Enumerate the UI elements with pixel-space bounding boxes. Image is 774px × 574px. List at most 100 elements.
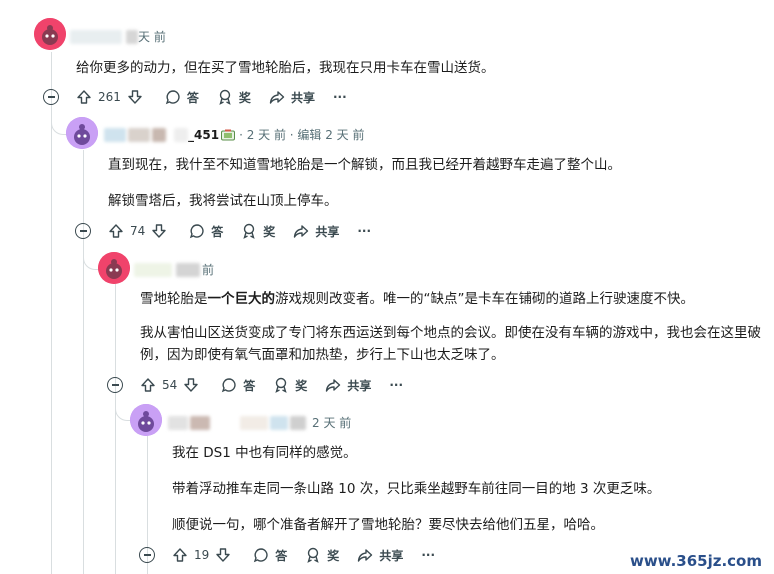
collapse-icon[interactable]	[139, 547, 155, 563]
share-arrow-icon	[326, 379, 341, 392]
comment-time: 2 天 前	[312, 416, 352, 430]
comment-actions: 54 答 奖 共享 ···	[140, 374, 421, 396]
vote-count: 54	[162, 378, 178, 392]
text-run: 游戏规则改变者。唯一的“缺点”是卡车在铺砌的道路上行驶速度不快。	[275, 291, 694, 307]
arrow-down-icon[interactable]	[151, 223, 167, 239]
award-button[interactable]: 奖	[217, 89, 251, 106]
award-button[interactable]: 奖	[241, 223, 275, 240]
comment-paragraph: 解锁雪塔后，我将尝试在山顶上停车。	[108, 193, 338, 209]
comment-paragraph: 顺便说一句，哪个准备者解开了雪地轮胎？要尽快去给他们五星，哈哈。	[172, 517, 604, 533]
more-options-button[interactable]: ···	[333, 90, 347, 104]
reply-label: 答	[186, 90, 199, 105]
award-ribbon-icon	[307, 547, 319, 563]
flair-badge-icon	[221, 129, 236, 141]
username-redacted	[240, 415, 268, 430]
speech-bubble-icon	[165, 90, 180, 105]
comment-paragraph: 给你更多的动力，但在买了雪地轮胎后，我现在只用卡车在雪山送货。	[76, 60, 495, 76]
reply-label: 答	[211, 224, 224, 239]
username-redacted	[128, 127, 150, 142]
comment-paragraph: 带着浮动推车走同一条山路 10 次，只比乘坐越野车前往同一目的地 3 次更乏味。	[172, 481, 661, 497]
comment-paragraph: 我在 DS1 中也有同样的感觉。	[172, 445, 357, 461]
username-redacted	[134, 262, 172, 277]
award-label: 奖	[327, 548, 340, 563]
comment-time: · 2 天 前 · 编辑 2 天 前	[239, 128, 365, 142]
vote-control: 74	[108, 223, 167, 239]
comment-time: 前	[202, 263, 215, 277]
username-redacted	[126, 29, 138, 44]
share-label: 共享	[379, 548, 404, 563]
share-button[interactable]: 共享	[357, 547, 403, 564]
avatar[interactable]	[98, 252, 130, 284]
share-label: 共享	[315, 224, 340, 239]
vote-count: 19	[194, 548, 210, 562]
reply-button[interactable]: 答	[189, 223, 223, 240]
arrow-down-icon[interactable]	[127, 89, 143, 105]
collapse-icon[interactable]	[75, 223, 91, 239]
vote-control: 261	[76, 89, 143, 105]
comment-body: 直到现在，我什至不知道雪地轮胎是一个解锁，而且我已经开着越野车走遍了整个山。 解…	[108, 154, 621, 212]
more-dots-icon: ···	[332, 90, 347, 104]
reply-button[interactable]: 答	[221, 377, 255, 394]
more-options-button[interactable]: ···	[421, 548, 435, 562]
avatar[interactable]	[130, 404, 162, 436]
more-options-button[interactable]: ···	[389, 378, 403, 392]
comment-paragraph: 直到现在，我什至不知道雪地轮胎是一个解锁，而且我已经开着越野车走遍了整个山。	[108, 157, 621, 173]
arrow-up-icon[interactable]	[76, 89, 92, 105]
speech-bubble-icon	[254, 548, 268, 563]
username-redacted	[70, 29, 122, 44]
comment-time: 天 前	[138, 30, 166, 44]
more-dots-icon: ···	[389, 378, 404, 392]
reply-button[interactable]: 答	[165, 89, 199, 106]
username-redacted	[152, 127, 166, 142]
avatar[interactable]	[66, 117, 98, 149]
award-ribbon-icon	[275, 377, 287, 393]
arrow-down-icon[interactable]	[215, 547, 231, 563]
speech-bubble-icon	[190, 224, 204, 239]
username-redacted	[270, 415, 288, 430]
thread-line	[51, 52, 52, 574]
reply-label: 答	[243, 378, 256, 393]
vote-count: 74	[130, 224, 146, 238]
award-button[interactable]: 奖	[305, 547, 339, 564]
award-ribbon-icon	[219, 89, 231, 105]
username-redacted	[174, 127, 188, 142]
comment-body: 雪地轮胎是一个巨大的游戏规则改变者。唯一的“缺点”是卡车在铺砌的道路上行驶速度不…	[140, 288, 762, 366]
username-redacted	[104, 127, 126, 142]
username[interactable]: _451	[188, 128, 219, 142]
award-label: 奖	[238, 90, 251, 105]
more-options-button[interactable]: ···	[357, 224, 371, 238]
comment-paragraph: 雪地轮胎是一个巨大的游戏规则改变者。唯一的“缺点”是卡车在铺砌的道路上行驶速度不…	[140, 288, 762, 310]
award-label: 奖	[295, 378, 308, 393]
arrow-down-icon[interactable]	[183, 377, 199, 393]
thread-line	[83, 150, 84, 574]
arrow-up-icon[interactable]	[172, 547, 188, 563]
share-button[interactable]: 共享	[293, 223, 339, 240]
comment-paragraph: 我从害怕山区送货变成了专门将东西运送到每个地点的会议。即使在没有车辆的游戏中，我…	[140, 325, 761, 363]
more-dots-icon: ···	[421, 548, 436, 562]
vote-control: 54	[140, 377, 199, 393]
comment-meta: 2 天 前	[168, 414, 351, 431]
more-dots-icon: ···	[357, 224, 372, 238]
collapse-icon[interactable]	[107, 377, 123, 393]
share-button[interactable]: 共享	[269, 89, 315, 106]
comment-meta: _451 · 2 天 前 · 编辑 2 天 前	[104, 126, 364, 143]
thread-line	[115, 284, 116, 574]
watermark: www.365jz.com	[625, 550, 766, 572]
comment-actions: 74 答 奖 共享 ···	[108, 220, 389, 242]
award-ribbon-icon	[243, 223, 255, 239]
arrow-up-icon[interactable]	[108, 223, 124, 239]
comment-meta: 前	[134, 261, 214, 278]
award-button[interactable]: 奖	[273, 377, 307, 394]
collapse-icon[interactable]	[43, 89, 59, 105]
arrow-up-icon[interactable]	[140, 377, 156, 393]
text-run: 雪地轮胎是	[140, 291, 208, 307]
share-arrow-icon	[358, 549, 373, 562]
username-redacted	[168, 415, 188, 430]
avatar[interactable]	[34, 18, 66, 50]
bold-text: 一个巨大的	[207, 291, 276, 307]
share-button[interactable]: 共享	[325, 377, 371, 394]
comment-body: 给你更多的动力，但在买了雪地轮胎后，我现在只用卡车在雪山送货。	[76, 57, 495, 79]
speech-bubble-icon	[222, 378, 236, 393]
reply-button[interactable]: 答	[253, 547, 287, 564]
username-redacted	[176, 262, 200, 277]
